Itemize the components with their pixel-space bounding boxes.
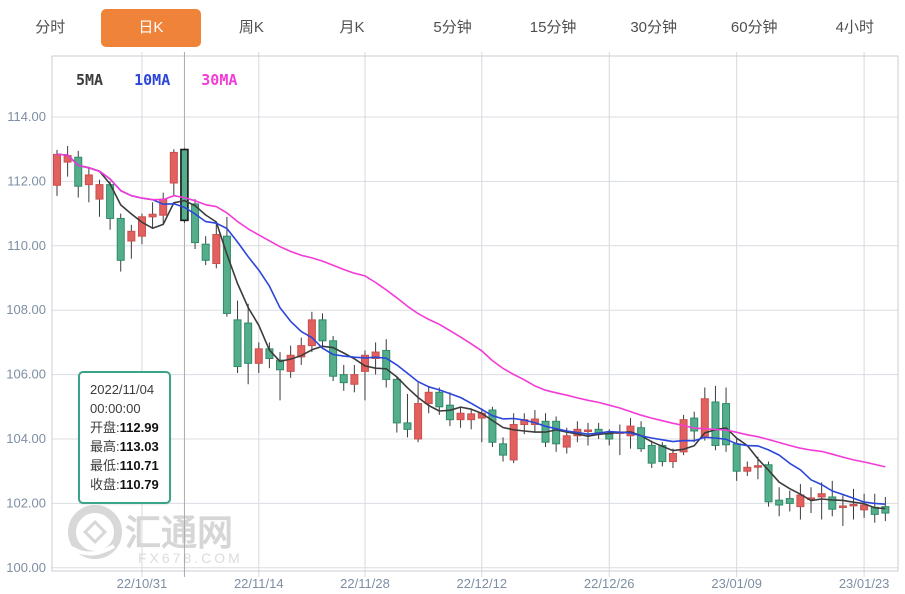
candle[interactable] (415, 404, 422, 439)
candle[interactable] (446, 405, 453, 419)
ma10-line (57, 154, 885, 504)
timeframe-tabbar: 分时日K周K月K5分钟15分钟30分钟60分钟4小时 (0, 0, 905, 56)
kline-chart-panel: 分时日K周K月K5分钟15分钟30分钟60分钟4小时 114.00112.001… (0, 0, 905, 594)
y-axis-label: 114.00 (7, 109, 46, 124)
candle[interactable] (96, 185, 103, 199)
tab-5min[interactable]: 5分钟 (402, 9, 503, 47)
candle[interactable] (818, 494, 825, 497)
y-axis-label: 102.00 (6, 495, 46, 510)
candle[interactable] (149, 214, 156, 217)
candle[interactable] (436, 392, 443, 406)
candle[interactable] (744, 467, 751, 471)
candle[interactable] (117, 218, 124, 260)
candle[interactable] (319, 320, 326, 341)
ma5-legend-label: 5MA (76, 71, 103, 89)
tab-15min[interactable]: 15分钟 (503, 9, 604, 47)
candle[interactable] (404, 423, 411, 429)
candle[interactable] (330, 341, 337, 376)
tooltip-high-value: 113.03 (120, 439, 159, 454)
tab-60min[interactable]: 60分钟 (704, 9, 805, 47)
y-axis-label: 108.00 (6, 302, 46, 317)
candle[interactable] (839, 506, 846, 508)
tooltip-open-value: 112.99 (120, 420, 159, 435)
candle[interactable] (733, 444, 740, 471)
candle[interactable] (585, 430, 592, 432)
tab-weekly-k[interactable]: 周K (201, 9, 302, 47)
candle[interactable] (383, 350, 390, 379)
candle[interactable] (468, 414, 475, 420)
candle[interactable] (850, 504, 857, 506)
tab-4hour[interactable]: 4小时 (805, 9, 905, 47)
x-axis-label: 22/11/28 (340, 576, 390, 591)
candle[interactable] (234, 320, 241, 367)
candle[interactable] (170, 152, 177, 183)
candle[interactable] (308, 320, 315, 346)
candle[interactable] (213, 235, 220, 264)
y-axis-label: 112.00 (7, 173, 46, 188)
y-axis-label: 106.00 (6, 367, 46, 382)
x-axis-label: 22/10/31 (117, 576, 168, 591)
x-axis-label: 23/01/23 (839, 576, 890, 591)
candlestick-chart[interactable]: 114.00 112.00 110.00 108.00 106.00 104.00 102.… (0, 0, 905, 594)
candle[interactable] (351, 375, 358, 385)
candle[interactable] (638, 428, 645, 449)
candle[interactable] (861, 505, 868, 510)
candle[interactable] (255, 349, 262, 363)
x-axis-label: 22/12/12 (456, 576, 507, 591)
tooltip-high-row: 最高:113.03 (90, 437, 159, 456)
candle[interactable] (393, 379, 400, 422)
candle[interactable] (776, 500, 783, 505)
candle[interactable] (829, 497, 836, 509)
tab-intraday[interactable]: 分时 (0, 9, 101, 47)
ma-legend: 5MA 10MA 30MA (76, 71, 259, 89)
tooltip-date: 2022/11/04 (90, 380, 159, 399)
candle[interactable] (85, 175, 92, 185)
y-axis-label: 104.00 (6, 431, 46, 446)
candle[interactable] (669, 453, 676, 461)
x-axis-label: 22/12/26 (584, 576, 635, 591)
ohlc-tooltip: 2022/11/04 00:00:00 开盘:112.99 最高:113.03 … (78, 371, 171, 504)
candle[interactable] (754, 466, 761, 468)
ma10-legend-label: 10MA (134, 71, 170, 89)
candle[interactable] (648, 445, 655, 463)
candle[interactable] (340, 375, 347, 383)
tooltip-low-value: 110.71 (120, 458, 159, 473)
candle[interactable] (54, 154, 61, 185)
x-axis-label: 23/01/09 (711, 576, 762, 591)
candle[interactable] (425, 392, 432, 403)
candle[interactable] (128, 231, 135, 241)
tab-daily-k[interactable]: 日K (101, 9, 202, 47)
tooltip-open-row: 开盘:112.99 (90, 418, 159, 437)
candle[interactable] (882, 507, 889, 513)
candle[interactable] (160, 199, 167, 215)
candle[interactable] (75, 157, 82, 186)
candle[interactable] (500, 444, 507, 455)
candle[interactable] (797, 495, 804, 507)
y-axis-label: 110.00 (7, 238, 46, 253)
candle[interactable] (563, 436, 570, 447)
candle[interactable] (786, 499, 793, 504)
tab-monthly-k[interactable]: 月K (302, 9, 403, 47)
tooltip-time: 00:00:00 (90, 399, 159, 418)
tooltip-close-row: 收盘:110.79 (90, 475, 159, 494)
y-axis-label: 100.00 (6, 560, 46, 575)
candle[interactable] (245, 323, 252, 363)
ma30-legend-label: 30MA (201, 71, 237, 89)
candle[interactable] (606, 434, 613, 439)
candle[interactable] (457, 413, 464, 419)
tooltip-close-value: 110.79 (120, 477, 159, 492)
tooltip-low-row: 最低:110.71 (90, 456, 159, 475)
candle[interactable] (192, 204, 199, 243)
candle[interactable] (553, 421, 560, 444)
candle[interactable] (202, 244, 209, 260)
tab-30min[interactable]: 30分钟 (603, 9, 704, 47)
x-axis-label: 22/11/14 (234, 576, 284, 591)
